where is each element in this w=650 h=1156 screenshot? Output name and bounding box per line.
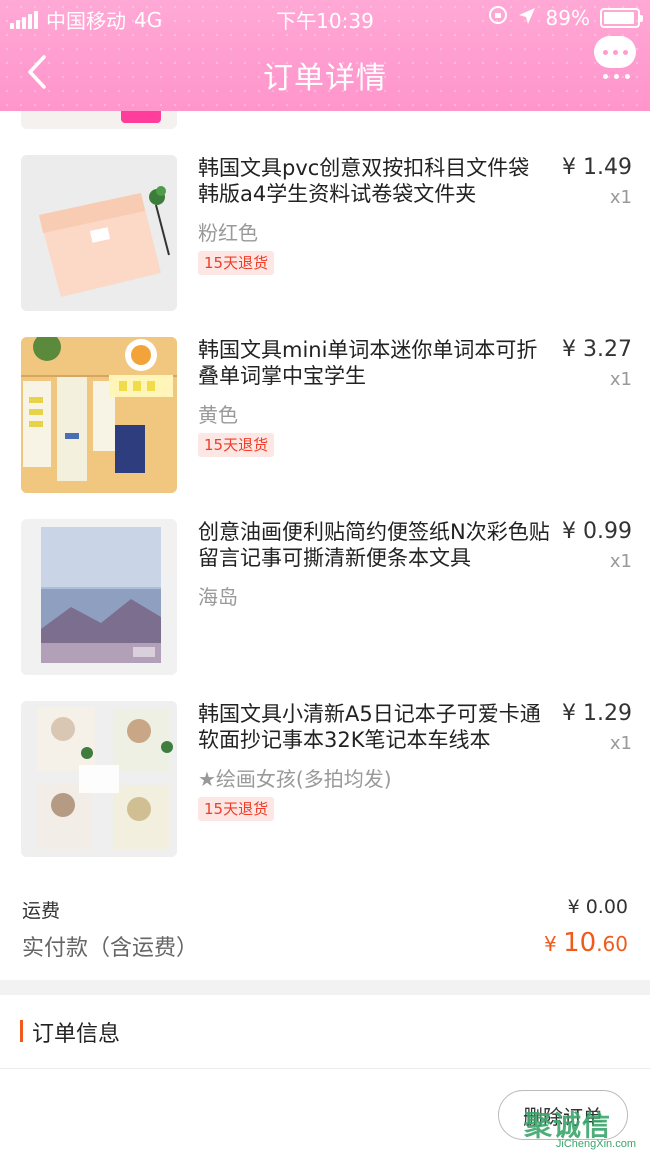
shipping-value: ¥ 0.00: [567, 896, 628, 918]
product-thumb-sticky-notes[interactable]: [21, 519, 177, 675]
nav-bar: 订单详情: [0, 36, 650, 106]
shipping-label: 运费: [22, 900, 61, 922]
product-name[interactable]: 韩国文具pvc创意双按扣科目文件袋 韩版a4学生资料试卷袋文件夹: [198, 155, 550, 209]
product-price: ¥ 1.49: [562, 155, 632, 180]
order-info-header: 订单信息: [0, 995, 650, 1069]
return-badge: 15天退货: [198, 251, 275, 275]
page-title: 订单详情: [263, 61, 387, 96]
product-name[interactable]: 创意油画便利贴简约便签纸N次彩色贴留言记事可撕清新便条本文具: [198, 519, 550, 573]
location-icon: [518, 6, 536, 30]
return-badge: 15天退货: [198, 433, 275, 457]
paid-integer: 10: [563, 928, 597, 958]
product-price: ¥ 1.29: [562, 701, 632, 726]
order-totals: 运费 ¥ 0.00 实付款（含运费） ¥ 10.60: [0, 890, 650, 972]
return-badge: 15天退货: [198, 797, 275, 821]
product-item[interactable]: 韩国文具pvc创意双按扣科目文件袋 韩版a4学生资料试卷袋文件夹 粉红色 15天…: [0, 155, 650, 315]
product-qty: x1: [609, 733, 632, 754]
product-spec: 海岛: [198, 585, 238, 609]
product-spec: 黄色: [198, 403, 238, 427]
more-button[interactable]: [594, 36, 638, 80]
product-qty: x1: [609, 187, 632, 208]
battery-icon: [600, 7, 643, 28]
top-bar: 中国移动 4G 下午10:39 89% 订单详情: [0, 0, 650, 111]
paid-currency: ¥: [544, 932, 564, 956]
product-price: ¥ 0.99: [562, 519, 632, 544]
product-item[interactable]: 韩国文具小清新A5日记本子可爱卡通软面抄记事本32K笔记本车线本 ★绘画女孩(多…: [0, 701, 650, 861]
product-spec: ★绘画女孩(多拍均发): [198, 767, 392, 791]
product-thumb-notebook[interactable]: [21, 701, 177, 857]
paid-decimal: .60: [596, 932, 628, 956]
product-thumb-partial[interactable]: [21, 111, 177, 129]
product-spec: 粉红色: [198, 221, 258, 245]
accent-bar: [20, 1020, 23, 1042]
product-item[interactable]: 创意油画便利贴简约便签纸N次彩色贴留言记事可撕清新便条本文具 海岛 ¥ 0.99…: [0, 519, 650, 679]
product-price: ¥ 3.27: [562, 337, 632, 362]
status-bar: 中国移动 4G 下午10:39 89%: [0, 0, 650, 36]
product-thumb-file-bag[interactable]: [21, 155, 177, 311]
battery-percent: 89%: [545, 5, 590, 30]
paid-value: ¥ 10.60: [544, 928, 628, 958]
rotation-lock-icon: [488, 5, 508, 30]
watermark: 聚诚信 JiChengXin.com: [524, 1104, 642, 1152]
product-name[interactable]: 韩国文具mini单词本迷你单词本可折叠单词掌中宝学生: [198, 337, 550, 391]
product-item[interactable]: 韩国文具mini单词本迷你单词本可折叠单词掌中宝学生 黄色 15天退货 ¥ 3.…: [0, 337, 650, 497]
product-qty: x1: [609, 551, 632, 572]
product-name[interactable]: 韩国文具小清新A5日记本子可爱卡通软面抄记事本32K笔记本车线本: [198, 701, 550, 755]
chat-more-icon: [594, 36, 636, 68]
product-qty: x1: [609, 369, 632, 390]
product-thumb-word-book[interactable]: [21, 337, 177, 493]
order-info-title: 订单信息: [32, 1022, 121, 1047]
paid-label: 实付款（含运费）: [22, 936, 199, 961]
watermark-url: JiChengXin.com: [555, 1138, 636, 1150]
section-divider: [0, 980, 650, 995]
